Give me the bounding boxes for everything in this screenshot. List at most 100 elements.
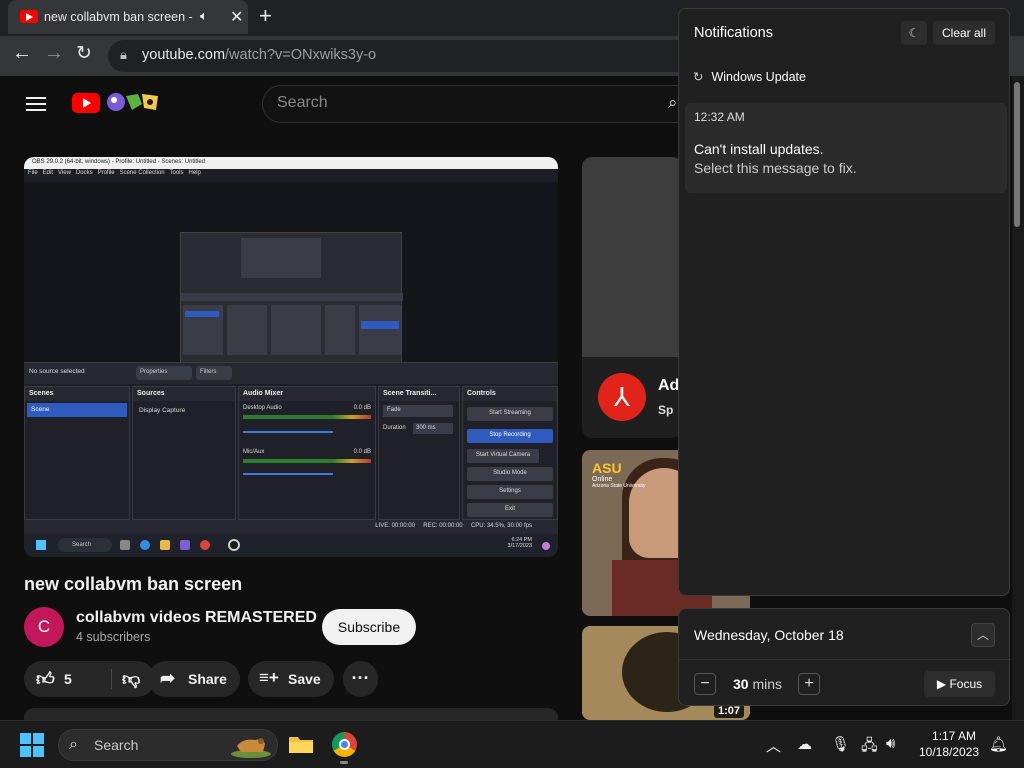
chevron-up-icon[interactable]: ︿	[971, 623, 995, 647]
focus-decrease-button[interactable]: −	[694, 673, 716, 695]
focus-button[interactable]: ▶ Focus	[924, 671, 995, 697]
obs-db-value: 0.0 dB	[353, 405, 371, 411]
asu-name-label: Arizona State University	[592, 483, 646, 489]
save-playlist-icon: ≡+	[259, 668, 279, 687]
notification-body: Select this message to fix.	[694, 160, 857, 176]
search-icon: ⌕	[69, 736, 78, 753]
obs-duration-label: Duration	[383, 425, 406, 431]
share-button[interactable]: ➦ Share	[148, 661, 240, 697]
channel-avatar[interactable]: C	[24, 607, 64, 647]
video-title: new collabvm ban screen	[24, 574, 243, 594]
obs-properties-button: Properties	[136, 366, 192, 380]
hamburger-menu-icon[interactable]	[26, 97, 46, 111]
obs-scene-item: Scene	[27, 403, 127, 417]
network-icon[interactable]: 🖧︎	[861, 735, 878, 760]
focus-label: Focus	[949, 677, 983, 691]
lock-icon[interactable]: 🔒︎	[120, 47, 127, 63]
start-button[interactable]	[20, 733, 44, 757]
recorded-search-box: Search	[58, 538, 112, 552]
obs-status-bar: LIVE: 00:00:00 REC: 00:00:00 CPU: 34.5%,…	[24, 520, 558, 534]
tab-audio-icon[interactable]: 🔈︎	[200, 8, 208, 24]
address-bar[interactable]: 🔒︎ youtube.com/watch?v=ONxwiks3y-o	[108, 40, 708, 72]
youtube-doodle-icon[interactable]	[104, 90, 164, 114]
adobe-acrobat-icon: ⅄	[598, 373, 646, 421]
calendar-panel: Wednesday, October 18 ︿ − 30 mins + ▶ Fo…	[678, 608, 1011, 706]
search-highlight-art-icon	[231, 738, 271, 758]
focus-minutes-value: 30	[733, 676, 749, 692]
more-actions-button[interactable]: ···	[343, 661, 378, 697]
file-explorer-icon[interactable]	[288, 733, 314, 755]
share-icon: ➦	[160, 668, 176, 688]
channel-name[interactable]: collabvm videos REMASTERED	[76, 609, 317, 627]
obs-transitions-dock: Scene Transiti... Fade Duration 300 ms	[378, 386, 460, 520]
new-tab-button[interactable]: +	[259, 3, 272, 29]
onedrive-icon[interactable]: ☁	[797, 735, 812, 753]
obs-mic-label: Mic/Aux	[243, 449, 265, 455]
taskbar-search-label: Search	[94, 737, 139, 753]
focus-duration: 30 mins	[733, 676, 782, 692]
reload-icon[interactable]: ↻	[76, 42, 92, 65]
ad-title: Ad	[658, 377, 680, 394]
obs-dock-title: Audio Mixer	[243, 390, 284, 397]
windows-update-group[interactable]: ↻ Windows Update	[693, 69, 806, 84]
search-box[interactable]	[262, 85, 682, 123]
browser-tab[interactable]: new collabvm ban screen - YouTube 🔈︎ ✕	[8, 0, 248, 34]
url-host: youtube.com	[142, 47, 226, 63]
obs-controls-dock: Controls Start Streaming Stop Recording …	[462, 386, 558, 520]
obs-audio-mixer-dock: Audio Mixer Desktop Audio 0.0 dB Mic/Aux…	[238, 386, 376, 520]
volume-icon[interactable]: 🔊︎	[886, 735, 895, 752]
sidebar-ad-card[interactable]: ⅄ Ad Sp	[582, 157, 682, 438]
thumbs-up-icon[interactable]: 👍︎	[36, 668, 55, 690]
recorded-start-icon	[36, 540, 46, 550]
tab-title: new collabvm ban screen - YouTube	[44, 10, 194, 24]
chrome-icon[interactable]	[332, 732, 357, 757]
clock-date[interactable]: 10/18/2023	[919, 745, 979, 759]
asu-online-label: Online	[592, 476, 613, 483]
obs-control-button: Settings	[467, 485, 553, 499]
running-indicator	[340, 761, 348, 764]
obs-control-button: Stop Recording	[467, 429, 553, 443]
obs-control-button: Studio Mode	[467, 467, 553, 481]
subscribe-button[interactable]: Subscribe	[322, 609, 416, 645]
youtube-logo-icon[interactable]	[72, 93, 100, 113]
obs-preview	[24, 182, 558, 372]
clock-time[interactable]: 1:17 AM	[932, 729, 976, 743]
clear-all-button[interactable]: Clear all	[933, 21, 995, 45]
back-arrow-icon[interactable]: ←	[12, 42, 32, 65]
scrollbar-thumb[interactable]	[1014, 82, 1020, 227]
save-label: Save	[288, 671, 321, 687]
notification-bell-icon[interactable]: 🔔︎	[989, 735, 1008, 753]
play-icon: ▶	[936, 677, 950, 691]
chevron-up-icon[interactable]: ︿	[766, 735, 781, 756]
video-player[interactable]: OBS 29.0.2 (64-bit, windows) - Profile: …	[24, 157, 558, 557]
obs-control-button: Exit	[467, 503, 553, 517]
calendar-date[interactable]: Wednesday, October 18	[694, 627, 844, 643]
search-icon[interactable]: ⌕	[668, 93, 678, 113]
notification-card[interactable]: 12:32 AM Can't install updates. Select t…	[685, 103, 1007, 193]
do-not-disturb-icon[interactable]: ☾	[901, 21, 927, 45]
tab-close-icon[interactable]: ✕	[230, 7, 243, 27]
youtube-favicon-icon	[20, 10, 38, 23]
save-button[interactable]: ≡+ Save	[248, 661, 334, 697]
obs-control-button: Start Streaming	[467, 407, 553, 421]
like-count[interactable]: 5	[64, 671, 72, 687]
thumbs-down-icon[interactable]: 👎︎	[122, 668, 140, 690]
focus-increase-button[interactable]: +	[798, 673, 820, 695]
obs-status-text: LIVE: 00:00:00 REC: 00:00:00 CPU: 34.5%,…	[375, 523, 532, 529]
url-path: /watch?v=ONxwiks3y-o	[225, 47, 377, 63]
focus-minutes-unit: mins	[752, 676, 783, 692]
video-duration: 1:07	[714, 704, 745, 718]
ad-banner[interactable]	[582, 157, 682, 357]
search-input[interactable]	[277, 94, 657, 112]
taskbar-search-box[interactable]: ⌕ Search	[58, 729, 278, 761]
windows-taskbar: ⌕ Search ︿ ☁ 🎙︎ 🖧︎ 🔊︎ 1:17 AM 10/18/2023…	[0, 720, 1024, 768]
forward-arrow-icon[interactable]: →	[44, 42, 64, 65]
obs-control-button: Start Virtual Camera	[467, 449, 539, 463]
notification-time: 12:32 AM	[694, 110, 745, 124]
obs-source-toolbar: No source selected Properties Filters	[24, 362, 558, 384]
microphone-icon[interactable]: 🎙︎	[831, 735, 850, 753]
obs-scenes-dock: Scenes Scene	[24, 386, 130, 520]
obs-no-source-label: No source selected	[29, 368, 85, 375]
obs-dock-title: Scenes	[29, 390, 54, 397]
notification-title: Can't install updates.	[694, 141, 824, 157]
